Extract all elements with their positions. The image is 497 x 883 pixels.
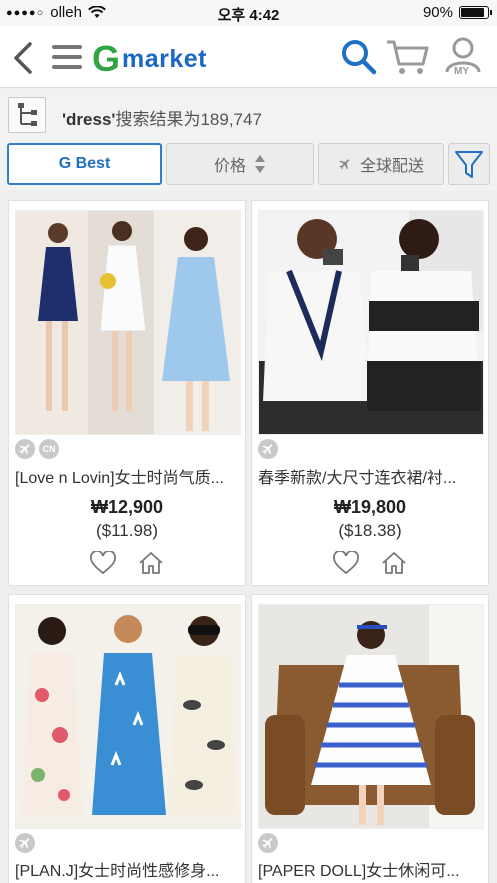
g-best-button[interactable]: G Best <box>7 143 162 185</box>
global-shipping-badge-icon <box>258 833 278 853</box>
product-card[interactable]: [PAPER DOLL]女士休闲可... <box>251 594 489 883</box>
search-query: 'dress' <box>62 110 116 129</box>
product-image[interactable] <box>15 604 241 829</box>
battery-icon <box>459 6 492 19</box>
product-image[interactable] <box>258 210 484 435</box>
category-tree-button[interactable] <box>8 97 46 133</box>
filter-bar: G Best 价格 全球配送 <box>0 139 497 191</box>
product-price-usd: ($11.98) <box>95 521 159 540</box>
filter-button[interactable] <box>448 143 490 185</box>
product-title[interactable]: 春季新款/大尺寸连衣裙/衬... <box>258 464 486 488</box>
global-shipping-badge-icon <box>15 833 35 853</box>
product-image[interactable] <box>258 604 484 829</box>
filter-funnel-icon <box>455 151 483 178</box>
product-card[interactable]: 春季新款/大尺寸连衣裙/衬... ₩19,800 ($18.38) <box>251 200 489 586</box>
product-card[interactable]: CN [Love n Lovin]女士时尚气质... ₩12,900 ($11.… <box>8 200 246 586</box>
heart-icon[interactable] <box>333 551 359 575</box>
product-price-usd: ($18.38) <box>338 521 402 540</box>
sort-icon <box>255 155 265 173</box>
store-home-icon[interactable] <box>381 551 407 575</box>
menu-icon[interactable] <box>52 44 82 70</box>
global-shipping-button[interactable]: 全球配送 <box>318 143 444 185</box>
cn-badge: CN <box>39 439 59 459</box>
search-icon[interactable] <box>341 39 377 75</box>
product-price-krw: ₩19,800 <box>333 497 407 517</box>
search-result-summary: 'dress'搜索结果为189,747 <box>62 105 262 130</box>
global-shipping-badge-icon <box>15 439 35 459</box>
gmarket-logo[interactable]: G market <box>92 38 207 80</box>
plane-icon <box>339 159 350 170</box>
price-sort-button[interactable]: 价格 <box>166 143 314 185</box>
cart-icon[interactable] <box>385 38 429 76</box>
product-title[interactable]: [PLAN.J]女士时尚性感修身... <box>15 857 243 881</box>
category-tree-icon <box>18 103 37 126</box>
product-price-krw: ₩12,900 <box>90 497 164 517</box>
product-title[interactable]: [PAPER DOLL]女士休闲可... <box>258 857 486 881</box>
store-home-icon[interactable] <box>138 551 164 575</box>
search-result-bar: 'dress'搜索结果为189,747 <box>0 89 497 139</box>
global-shipping-badge-icon <box>258 439 278 459</box>
app-header: G market MY <box>0 26 497 88</box>
my-label: MY <box>454 66 469 77</box>
product-image[interactable] <box>15 210 241 435</box>
battery-percent: 90% <box>422 4 453 21</box>
product-card[interactable]: [PLAN.J]女士时尚性感修身... <box>8 594 246 883</box>
heart-icon[interactable] <box>90 551 116 575</box>
status-bar: ●●●●○ olleh 오후 4:42 90% <box>0 0 497 26</box>
product-grid: CN [Love n Lovin]女士时尚气质... ₩12,900 ($11.… <box>0 194 497 883</box>
back-icon[interactable] <box>12 42 34 74</box>
result-count: 搜索结果为189,747 <box>115 110 262 129</box>
product-title[interactable]: [Love n Lovin]女士时尚气质... <box>15 464 243 488</box>
